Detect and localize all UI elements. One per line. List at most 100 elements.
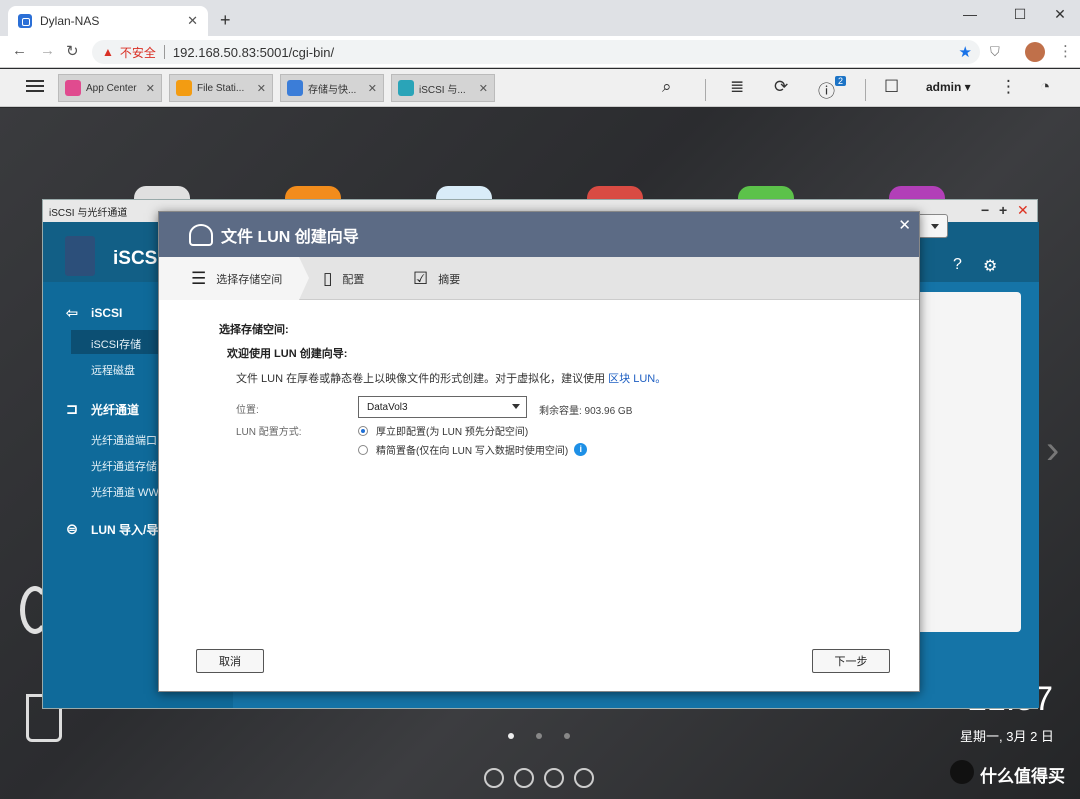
block-lun-link[interactable]: 区块 LUN。 <box>608 373 666 385</box>
taskbar-iscsi[interactable]: iSCSI 与... ✕ <box>391 74 495 102</box>
app-tab-label: File Stati... <box>197 82 245 94</box>
lun-database-icon <box>189 223 213 246</box>
external-device-icon[interactable]: ⟳ <box>774 77 788 97</box>
page-dot[interactable] <box>536 733 542 739</box>
toolbar-divider <box>865 79 866 101</box>
page-dot[interactable] <box>564 733 570 739</box>
taskbar-file-station[interactable]: File Stati... ✕ <box>169 74 273 102</box>
dashboard-gauge-icon[interactable]: ◔ <box>1040 77 1050 97</box>
search-icon[interactable]: ⌕ <box>662 77 672 97</box>
welcome-heading: 欢迎使用 LUN 创建向导: <box>227 348 348 360</box>
forward-arrow-icon[interactable]: → <box>40 42 55 59</box>
sidebar-group-iscsi[interactable]: ⇦ iSCSI <box>63 304 123 322</box>
lun-wizard-dialog: 文件 LUN 创建向导 ✕ ☰ 选择存储空间 ▯ 配置 ☑ 摘要 选择存储空间:… <box>158 211 920 692</box>
main-menu-icon[interactable] <box>26 77 44 95</box>
description-text: 文件 LUN 在厚卷或静态卷上以映像文件的形式创建。对于虚拟化，建议使用 区块 … <box>236 370 666 386</box>
storage-icon <box>287 80 303 96</box>
background-tasks-icon[interactable]: ≣ <box>730 77 744 97</box>
extension-shield-icon[interactable]: ⛉ <box>990 44 1000 60</box>
info-icon[interactable]: i <box>574 443 588 456</box>
iscsi-logo-icon <box>65 236 95 276</box>
new-tab-button[interactable]: + <box>220 10 231 31</box>
fibre-channel-icon: ⊐ <box>65 401 79 418</box>
app-tab-label: App Center <box>86 82 137 94</box>
thick-provision-option[interactable]: 厚立即配置(为 LUN 预先分配空间) <box>358 423 528 438</box>
thin-option-label: 精简置备(仅在向 LUN 写入数据时使用空间) <box>376 446 569 457</box>
next-page-arrow-icon[interactable]: › <box>1046 428 1059 473</box>
dock-icon[interactable] <box>514 768 534 788</box>
dock-icon[interactable] <box>574 768 594 788</box>
taskbar-storage[interactable]: 存储与快... ✕ <box>280 74 384 102</box>
profile-avatar[interactable] <box>1025 42 1045 62</box>
taskbar-app-center[interactable]: App Center ✕ <box>58 74 162 102</box>
step-select-storage: ☰ 选择存储空间 <box>191 257 282 300</box>
tab-close-icon[interactable]: ✕ <box>187 13 198 29</box>
thick-radio[interactable] <box>358 425 368 436</box>
window-close-button[interactable]: ✕ <box>1048 6 1072 23</box>
app-tab-close-icon[interactable]: ✕ <box>368 82 377 95</box>
notifications-icon[interactable]: ⓘ <box>818 77 835 102</box>
reload-icon[interactable]: ↻ <box>66 42 79 60</box>
user-icon[interactable]: ☐ <box>884 77 899 97</box>
wizard-header: 文件 LUN 创建向导 ✕ <box>159 212 919 257</box>
location-label: 位置: <box>236 405 259 416</box>
browser-menu-icon[interactable]: ⋮ <box>1058 42 1073 60</box>
window-maximize-icon[interactable]: + <box>999 202 1007 218</box>
app-tab-close-icon[interactable]: ✕ <box>257 82 266 95</box>
url-text[interactable]: 192.168.50.83:5001/cgi-bin/ <box>173 45 334 60</box>
help-icon[interactable]: ? <box>953 256 962 274</box>
warning-icon: ▲ <box>102 45 114 59</box>
wizard-title: 文件 LUN 创建向导 <box>221 228 359 246</box>
window-minimize-button[interactable]: — <box>958 6 982 22</box>
back-arrow-icon[interactable]: ← <box>12 42 27 59</box>
sidebar-item-fc-storage[interactable]: 光纤通道存储 <box>91 458 157 474</box>
thin-radio[interactable] <box>358 444 368 455</box>
sidebar-item-remote-disk[interactable]: 远程磁盘 <box>91 362 135 378</box>
browser-tab-title: Dylan-NAS <box>40 14 100 28</box>
section-title: 选择存储空间: <box>219 324 289 336</box>
more-options-icon[interactable]: ⋮ <box>1000 77 1017 97</box>
lun-import-icon: ⊜ <box>65 521 79 538</box>
sidebar-group-lun-import[interactable]: ⊜ LUN 导入/导 <box>63 520 159 538</box>
chevron-down-icon <box>512 404 520 409</box>
app-center-icon <box>65 80 81 96</box>
toolbar-divider <box>705 79 706 101</box>
window-close-icon[interactable]: ✕ <box>1017 202 1029 219</box>
sidebar-item-iscsi-storage[interactable]: iSCSI存储 <box>91 336 141 352</box>
browser-tab[interactable]: Dylan-NAS ✕ <box>8 6 208 36</box>
watermark-logo-icon <box>950 760 974 784</box>
allocation-label: LUN 配置方式: <box>236 427 302 438</box>
next-button[interactable]: 下一步 <box>812 649 890 673</box>
file-station-icon <box>176 80 192 96</box>
window-maximize-button[interactable]: ☐ <box>1008 6 1032 23</box>
sidebar-group-fc[interactable]: ⊐ 光纤通道 <box>63 400 139 418</box>
step-label: 选择存储空间 <box>216 273 283 286</box>
summary-icon: ☑ <box>413 268 429 288</box>
app-tab-close-icon[interactable]: ✕ <box>146 82 155 95</box>
window-minimize-icon[interactable]: − <box>981 202 989 218</box>
settings-gear-icon[interactable]: ⚙ <box>983 256 997 276</box>
cancel-button[interactable]: 取消 <box>196 649 264 673</box>
list-icon: ☰ <box>191 268 207 288</box>
app-tab-close-icon[interactable]: ✕ <box>479 82 488 95</box>
bookmark-star-icon[interactable]: ★ <box>959 43 972 61</box>
watermark-text: 什么值得买 <box>980 767 1065 786</box>
sidebar-item-fc-ports[interactable]: 光纤通道端口 <box>91 432 157 448</box>
sidebar-group-label: iSCSI <box>91 306 123 320</box>
user-menu[interactable]: admin ▾ <box>926 80 971 94</box>
page-indicator <box>508 728 592 742</box>
page-dot[interactable] <box>508 733 514 739</box>
thin-provision-option[interactable]: 精简置备(仅在向 LUN 写入数据时使用空间) i <box>358 442 588 457</box>
address-bar[interactable]: ▲ 不安全 192.168.50.83:5001/cgi-bin/ ★ <box>92 40 980 64</box>
sidebar-group-label: 光纤通道 <box>91 402 140 417</box>
dock-icon[interactable] <box>544 768 564 788</box>
omnibox-divider <box>163 45 165 59</box>
iscsi-icon <box>398 80 414 96</box>
app-tab-label: 存储与快... <box>308 84 357 96</box>
location-select[interactable]: DataVol3 <box>358 396 527 418</box>
dock-icon[interactable] <box>484 768 504 788</box>
close-icon[interactable]: ✕ <box>898 216 911 234</box>
iscsi-app-title: iSCSI <box>113 248 163 269</box>
thick-option-label: 厚立即配置(为 LUN 预先分配空间) <box>376 427 529 438</box>
not-secure-label[interactable]: 不安全 <box>120 44 156 61</box>
